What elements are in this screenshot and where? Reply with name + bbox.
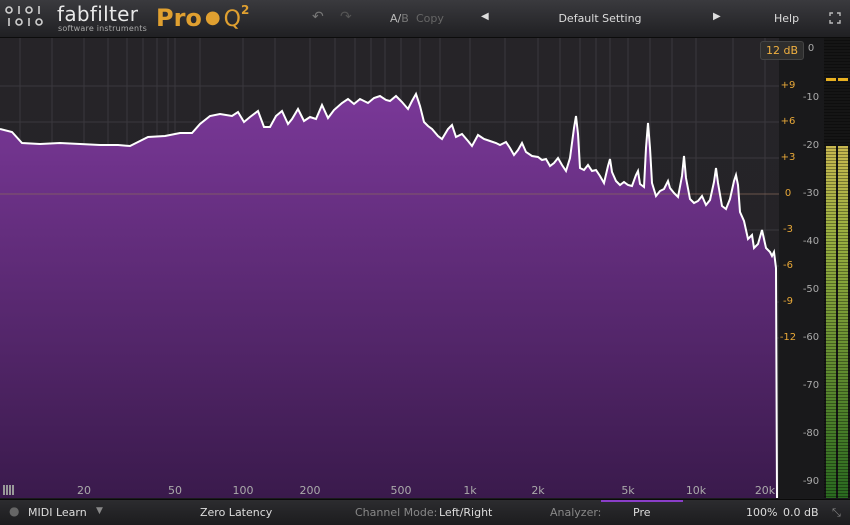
copy-button[interactable]: Copy xyxy=(416,12,444,25)
db-label: 0 xyxy=(807,43,815,54)
ab-a-label: A/ xyxy=(390,12,402,25)
channel-mode-select[interactable]: Left/Right xyxy=(439,506,492,519)
freq-label: 500 xyxy=(390,484,412,497)
output-gain-value[interactable]: 0.0 dB xyxy=(783,506,819,519)
analyzer-label: Analyzer: xyxy=(550,506,602,519)
midi-status-icon: ● xyxy=(9,504,20,518)
product-version: 2 xyxy=(240,3,250,17)
db-label: -10 xyxy=(802,92,820,103)
db-label: -60 xyxy=(802,332,820,343)
freq-label: 20 xyxy=(77,484,91,497)
piano-icon[interactable] xyxy=(3,485,15,495)
eq-display[interactable] xyxy=(0,38,779,498)
freq-label: 100 xyxy=(232,484,254,497)
help-button[interactable]: Help xyxy=(774,12,799,25)
channel-mode-label: Channel Mode: xyxy=(355,506,438,519)
dot-icon: ● xyxy=(204,7,221,28)
spectrum-graph[interactable] xyxy=(0,38,779,498)
gain-label: -3 xyxy=(783,224,793,235)
freq-label: 200 xyxy=(299,484,321,497)
db-label: -30 xyxy=(802,188,820,199)
redo-icon[interactable]: ↷ xyxy=(340,9,352,25)
freq-label: 5k xyxy=(621,484,635,497)
db-label: -20 xyxy=(802,140,820,151)
gain-label: -6 xyxy=(783,260,793,271)
db-label: -50 xyxy=(802,284,820,295)
gain-label: +9 xyxy=(780,80,796,91)
preset-name[interactable]: Default Setting xyxy=(548,12,652,25)
output-level-meter xyxy=(824,38,850,498)
db-label: -80 xyxy=(802,428,820,439)
fabfilter-logo-icon xyxy=(5,6,43,26)
analyzer-mode-select[interactable]: Pre xyxy=(633,506,651,519)
analyzer-indicator xyxy=(601,500,683,502)
resize-icon[interactable]: ⤡ xyxy=(832,506,841,520)
zoom-level[interactable]: 100% xyxy=(746,506,777,519)
freq-label: 2k xyxy=(531,484,545,497)
freq-label: 20k xyxy=(754,484,776,497)
header-bar: fabfilter software instruments Pro ● Q2 ↶ … xyxy=(0,0,850,38)
ab-button[interactable]: A/B xyxy=(390,12,409,25)
freq-label: 50 xyxy=(168,484,182,497)
ab-b-label: B xyxy=(401,12,409,25)
brand-name: fabfilter xyxy=(57,2,139,26)
product-name: Pro ● Q2 xyxy=(156,3,249,32)
fullscreen-icon[interactable] xyxy=(829,12,841,24)
db-label: -40 xyxy=(802,236,820,247)
gain-label: +6 xyxy=(780,116,796,127)
spectrum-fill xyxy=(0,94,777,498)
db-label: -90 xyxy=(802,476,820,487)
product-q: Q xyxy=(223,7,241,32)
triangle-right-icon[interactable]: ▶ xyxy=(713,11,721,22)
undo-icon[interactable]: ↶ xyxy=(312,9,324,25)
footer-bar: ● MIDI Learn ▼ Zero Latency Channel Mode… xyxy=(0,499,850,525)
gain-label: 0 xyxy=(784,188,792,199)
gain-label: -12 xyxy=(779,332,797,343)
gain-label: +3 xyxy=(780,152,796,163)
db-label: -70 xyxy=(802,380,820,391)
brand-subtitle: software instruments xyxy=(58,24,147,33)
gain-label: -9 xyxy=(783,296,793,307)
product-pro: Pro xyxy=(156,4,202,32)
latency-mode-button[interactable]: Zero Latency xyxy=(200,506,272,519)
freq-label: 1k xyxy=(463,484,477,497)
midi-learn-button[interactable]: MIDI Learn xyxy=(28,506,87,519)
triangle-left-icon[interactable]: ◀ xyxy=(481,11,489,22)
freq-label: 10k xyxy=(685,484,707,497)
chevron-down-icon[interactable]: ▼ xyxy=(96,506,103,516)
